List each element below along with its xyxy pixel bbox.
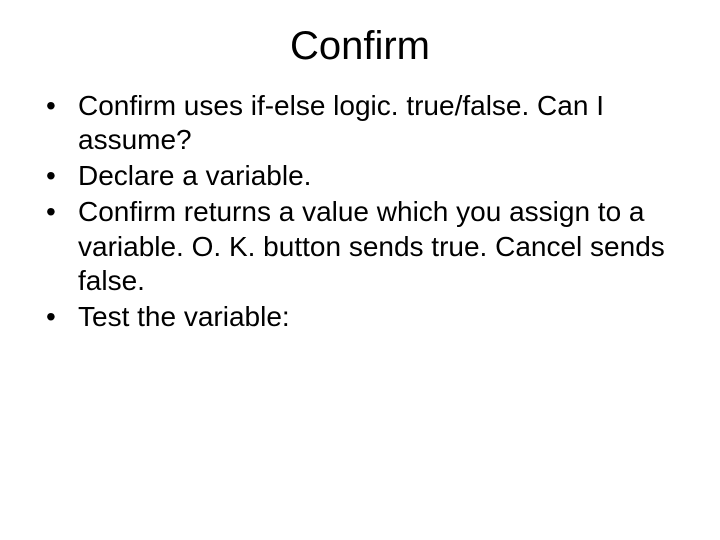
list-item: Confirm uses if-else logic. true/false. … bbox=[38, 89, 680, 157]
list-item: Test the variable: bbox=[38, 300, 680, 334]
slide: Confirm Confirm uses if-else logic. true… bbox=[0, 0, 720, 540]
slide-content: Confirm uses if-else logic. true/false. … bbox=[0, 89, 720, 334]
list-item: Confirm returns a value which you assign… bbox=[38, 195, 680, 297]
slide-title: Confirm bbox=[0, 0, 720, 89]
bullet-list: Confirm uses if-else logic. true/false. … bbox=[38, 89, 680, 334]
list-item: Declare a variable. bbox=[38, 159, 680, 193]
